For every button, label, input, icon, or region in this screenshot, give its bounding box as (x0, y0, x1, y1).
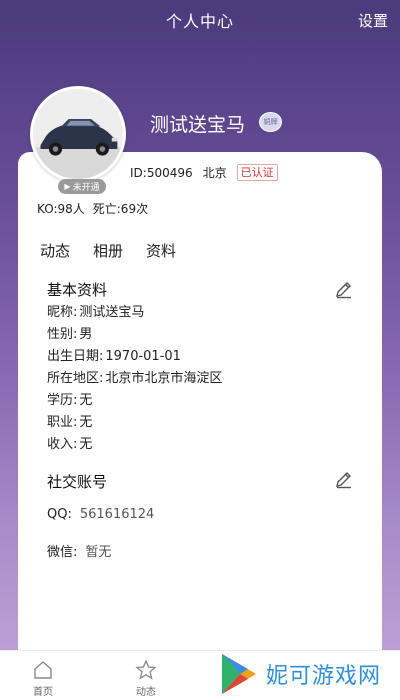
ko-count: KO:98人 (37, 202, 85, 216)
info-label: 职业: (47, 415, 78, 430)
info-value: 无 (79, 415, 93, 430)
settings-button[interactable]: 设置 (358, 10, 388, 31)
profile-nickname: 测试送宝马 (150, 114, 246, 136)
info-value: 无 (79, 437, 93, 452)
info-row-education: 学历: 无 (47, 389, 92, 408)
info-row-occupation: 职业: 无 (47, 411, 92, 430)
info-row-gender: 性别: 男 (47, 323, 92, 342)
verified-badge: 已认证 (236, 164, 278, 181)
star-icon (135, 659, 157, 680)
home-icon (34, 661, 52, 679)
car-photo-icon (33, 89, 123, 179)
user-city: 北京 (202, 166, 227, 180)
avatar-badge-label: 未开通 (72, 183, 100, 193)
social-row-wechat: 微信: 暂无 (47, 541, 111, 560)
info-row-region: 所在地区: 北京市北京市海淀区 (47, 367, 222, 386)
tabbar-home-label: 首页 (33, 687, 53, 698)
tab-album[interactable]: 相册 (93, 240, 123, 261)
avatar-status-badge: ▶ 未开通 (58, 179, 106, 194)
info-label: 昵称: (47, 305, 78, 320)
social-label: QQ: (47, 507, 72, 522)
tabbar-home[interactable]: 首页 (32, 659, 54, 698)
edit-basic-info-icon[interactable] (334, 279, 354, 299)
social-value: 暂无 (85, 545, 112, 560)
id-row: ID:500496 北京 已认证 (130, 164, 278, 181)
play-triangle-logo-icon (222, 654, 256, 694)
watermark-text: 妮可游戏网 (266, 664, 382, 689)
info-row-income: 收入: 无 (47, 433, 92, 452)
site-watermark: 妮可游戏网 (218, 651, 381, 697)
info-label: 性别: (47, 327, 78, 342)
basic-info-title: 基本资料 (47, 281, 108, 299)
avatar[interactable] (30, 86, 126, 182)
info-value: 北京市北京市海淀区 (105, 371, 223, 386)
user-id: ID:500496 (130, 165, 193, 180)
profile-tabs: 动态 相册 资料 (40, 240, 176, 261)
info-label: 学历: (47, 393, 78, 408)
info-value: 无 (79, 393, 93, 408)
info-label: 出生日期: (47, 349, 104, 364)
info-row-birthdate: 出生日期: 1970-01-01 (47, 345, 181, 364)
top-bar: 个人中心 设置 (0, 0, 400, 40)
info-label: 所在地区: (47, 371, 104, 386)
social-label: 微信: (47, 545, 78, 560)
page-title: 个人中心 (165, 12, 234, 31)
social-value: 561616124 (79, 507, 155, 522)
tabbar-feed-label: 动态 (136, 687, 156, 698)
stats-row: KO:98人 死亡:69次 (37, 200, 148, 217)
tab-posts[interactable]: 动态 (40, 240, 70, 261)
info-value: 测试送宝马 (79, 305, 145, 320)
vip-badge: 铜牌 (259, 112, 282, 132)
death-count: 死亡:69次 (92, 202, 149, 216)
tab-profile[interactable]: 资料 (146, 240, 176, 261)
info-value: 男 (79, 327, 93, 342)
play-icon: ▶ (64, 182, 71, 191)
edit-social-accounts-icon[interactable] (334, 469, 354, 489)
info-row-nickname: 昵称: 测试送宝马 (47, 301, 144, 320)
tabbar-feed[interactable]: 动态 (135, 659, 157, 698)
vip-badge-label: 铜牌 (263, 118, 278, 126)
social-row-qq: QQ: 561616124 (47, 507, 154, 522)
info-value: 1970-01-01 (105, 349, 181, 364)
social-accounts-title: 社交账号 (47, 473, 108, 491)
info-label: 收入: (47, 437, 78, 452)
